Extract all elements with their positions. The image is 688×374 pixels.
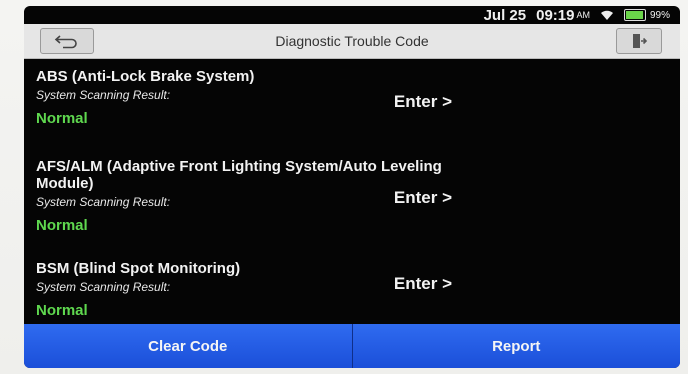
battery-percent: 99% [649,9,670,21]
wifi-icon [600,10,613,20]
status-text: Normal [36,110,88,127]
status-ampm: AM [576,10,590,20]
exit-icon [633,34,648,48]
device-frame: Jul 25 09:19 AM 99% Diagnostic Trouble C… [0,0,688,374]
clear-code-button[interactable]: Clear Code [24,324,353,368]
system-item-abs[interactable]: ABS (Anti-Lock Brake System) System Scan… [36,68,496,127]
enter-button[interactable]: Enter > [394,274,452,294]
page-title: Diagnostic Trouble Code [275,33,429,49]
system-item-afs-alm[interactable]: AFS/ALM (Adaptive Front Lighting System/… [36,158,496,234]
bottom-toolbar: Clear Code Report [24,324,680,368]
enter-button[interactable]: Enter > [394,188,452,208]
status-time: 09:19 [536,6,575,24]
status-bar: Jul 25 09:19 AM 99% [484,6,670,24]
battery-icon [623,9,646,21]
system-item-bsm[interactable]: BSM (Blind Spot Monitoring) System Scann… [36,260,496,319]
exit-button[interactable] [616,28,662,54]
system-name: ABS (Anti-Lock Brake System) [36,68,255,85]
status-text: Normal [36,217,88,234]
title-bar: Diagnostic Trouble Code [24,24,680,59]
status-text: Normal [36,302,88,319]
screen: Jul 25 09:19 AM 99% Diagnostic Trouble C… [24,6,680,368]
status-date: Jul 25 [483,6,527,24]
system-name: AFS/ALM (Adaptive Front Lighting System/… [36,158,442,192]
enter-button[interactable]: Enter > [394,92,452,112]
report-button[interactable]: Report [352,324,680,368]
